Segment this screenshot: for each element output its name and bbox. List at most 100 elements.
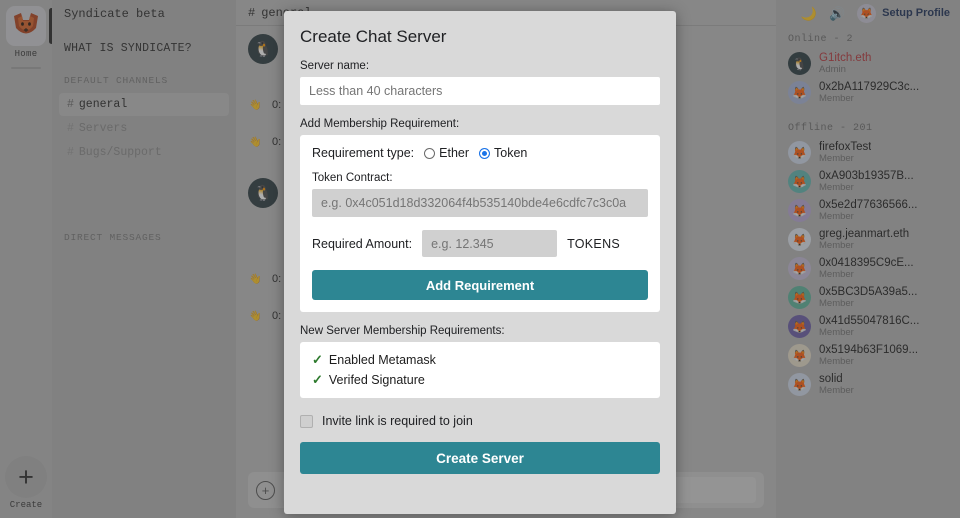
fox-avatar-icon: 🦊	[788, 373, 811, 396]
required-amount-label: Required Amount:	[312, 236, 413, 251]
server-name-input[interactable]	[300, 77, 660, 105]
requirement-label: Verifed Signature	[328, 373, 425, 387]
required-amount-input[interactable]	[422, 230, 558, 257]
top-bar: 🌙 🔊 🦊 Setup Profile	[776, 0, 960, 26]
member-info: 0x5194b63F1069... Member	[819, 344, 918, 367]
member-name: firefoxTest	[819, 141, 872, 153]
speaker-icon[interactable]: 🔊	[829, 7, 845, 20]
home-label: Home	[14, 49, 38, 59]
requirements-list: ✓ Enabled Metamask ✓ Verifed Signature	[300, 342, 660, 398]
radio-token[interactable]: Token	[479, 146, 527, 160]
member-name: G1itch.eth	[819, 52, 872, 64]
invite-link-label: Invite link is required to join	[322, 414, 473, 428]
member-name: 0x5e2d77636566...	[819, 199, 918, 211]
member-role: Member	[819, 269, 854, 280]
offline-group-header: Offline - 201	[788, 123, 873, 134]
modal-title: Create Chat Server	[300, 27, 447, 46]
penguin-avatar-icon: 🐧	[248, 34, 278, 64]
hash-icon: #	[67, 98, 74, 111]
member-name: 0x2bA117929C3c...	[819, 81, 920, 93]
plus-icon: +	[18, 461, 34, 492]
message-timestamp: 0:	[272, 273, 282, 286]
list-item[interactable]: 🐧 G1itch.eth Admin	[776, 49, 960, 78]
member-info: 0xA903b19357B... Member	[819, 170, 914, 193]
home-guild-button[interactable]	[6, 6, 46, 46]
list-item[interactable]: 🦊 0x5e2d77636566... Member	[776, 196, 960, 225]
token-contract-input[interactable]	[312, 189, 648, 217]
list-item: ✓ Enabled Metamask	[312, 350, 648, 370]
list-item[interactable]: 🦊 0x5194b63F1069... Member	[776, 341, 960, 370]
create-server-submit-button[interactable]: Create Server	[300, 442, 660, 474]
radio-ether[interactable]: Ether	[424, 146, 469, 160]
setup-profile-button[interactable]: 🦊 Setup Profile	[857, 3, 950, 23]
channel-sidebar: Syndicate beta WHAT IS SYNDICATE? DEFAUL…	[52, 0, 236, 518]
channel-category-label[interactable]: DEFAULT CHANNELS	[52, 65, 236, 92]
create-label: Create	[9, 500, 43, 510]
list-item[interactable]: 🦊 greg.jeanmart.eth Member	[776, 225, 960, 254]
member-info: G1itch.eth Admin	[819, 52, 871, 75]
message-timestamp: 0:	[272, 99, 282, 112]
list-item[interactable]: 🦊 firefoxTest Member	[776, 138, 960, 167]
member-name: solid	[819, 373, 843, 385]
plus-circle-icon[interactable]: +	[256, 480, 275, 500]
sidebar-channel-bugs-support[interactable]: # Bugs/Support	[59, 141, 229, 164]
fox-avatar-icon: 🦊	[788, 257, 811, 280]
member-info: 0x0418395C9cE... Member	[819, 257, 914, 280]
app-root: Home + Create Syndicate beta WHAT IS SYN…	[0, 0, 960, 518]
message-timestamp: 0:	[272, 310, 282, 323]
member-info: 0x2bA117929C3c... Member	[819, 81, 919, 104]
fox-avatar-icon: 🦊	[857, 3, 877, 23]
member-role: Member	[819, 93, 854, 104]
fox-avatar-icon: 🦊	[788, 286, 811, 309]
requirement-type-label: Requirement type:	[312, 146, 415, 160]
member-role: Member	[819, 211, 854, 222]
member-name: 0x5BC3D5A39a5...	[819, 286, 918, 298]
hash-icon: #	[67, 122, 74, 135]
fox-avatar-icon: 🦊	[788, 170, 811, 193]
list-item[interactable]: 🦊 solid Member	[776, 370, 960, 399]
member-role: Member	[819, 298, 854, 309]
rail-divider	[11, 67, 41, 69]
online-group-header: Online - 2	[788, 34, 854, 45]
member-name: 0x0418395C9cE...	[819, 257, 914, 269]
add-requirement-button[interactable]: Add Requirement	[312, 270, 648, 300]
member-role: Admin	[819, 64, 846, 75]
radio-token-icon	[479, 147, 491, 159]
guild-title[interactable]: Syndicate beta	[52, 0, 236, 28]
required-amount-row: Required Amount: TOKENS	[312, 230, 648, 257]
member-role: Member	[819, 385, 854, 396]
penguin-avatar-icon: 🐧	[248, 177, 278, 208]
create-server-button[interactable]: +	[5, 456, 47, 498]
member-info: 0x5BC3D5A39a5... Member	[819, 286, 917, 309]
moon-icon[interactable]: 🌙	[801, 7, 817, 20]
invite-link-checkbox[interactable]	[300, 414, 313, 428]
list-item[interactable]: 🦊 0x0418395C9cE... Member	[776, 254, 960, 283]
list-item: ✓ Verifed Signature	[312, 370, 648, 390]
list-item[interactable]: 🦊 0x5BC3D5A39a5... Member	[776, 283, 960, 312]
list-item[interactable]: 🦊 0x41d55047816C... Member	[776, 312, 960, 341]
member-name: greg.jeanmart.eth	[819, 228, 910, 240]
list-item[interactable]: 🦊 0x2bA117929C3c... Member	[776, 78, 960, 107]
fox-avatar-icon: 🦊	[788, 344, 811, 367]
hash-icon: #	[67, 146, 74, 159]
member-list-panel: Online - 2 🐧 G1itch.eth Admin 🦊 0x2bA117…	[776, 0, 960, 518]
member-role: Member	[819, 182, 854, 193]
sidebar-item-what-is-syndicate[interactable]: WHAT IS SYNDICATE?	[52, 28, 236, 65]
message-timestamp: 0:	[272, 136, 282, 149]
list-item[interactable]: 🦊 0xA903b19357B... Member	[776, 167, 960, 196]
member-role: Member	[819, 240, 854, 251]
wave-emoji-icon: 👋	[249, 273, 262, 285]
wave-emoji-icon: 👋	[249, 136, 262, 148]
member-info: solid Member	[819, 373, 854, 396]
check-icon: ✓	[312, 352, 323, 367]
sidebar-channel-general[interactable]: # general	[59, 93, 229, 116]
new-requirements-label: New Server Membership Requirements:	[300, 325, 505, 337]
add-membership-requirement-label: Add Membership Requirement:	[300, 118, 460, 130]
radio-ether-icon	[424, 147, 436, 159]
wave-emoji-icon: 👋	[249, 310, 262, 322]
direct-messages-category-label[interactable]: DIRECT MESSAGES	[52, 222, 236, 249]
sidebar-channel-servers[interactable]: # Servers	[59, 117, 229, 140]
hash-icon: #	[248, 5, 256, 20]
invite-link-checkbox-row[interactable]: Invite link is required to join	[300, 414, 660, 428]
check-icon: ✓	[312, 372, 323, 387]
